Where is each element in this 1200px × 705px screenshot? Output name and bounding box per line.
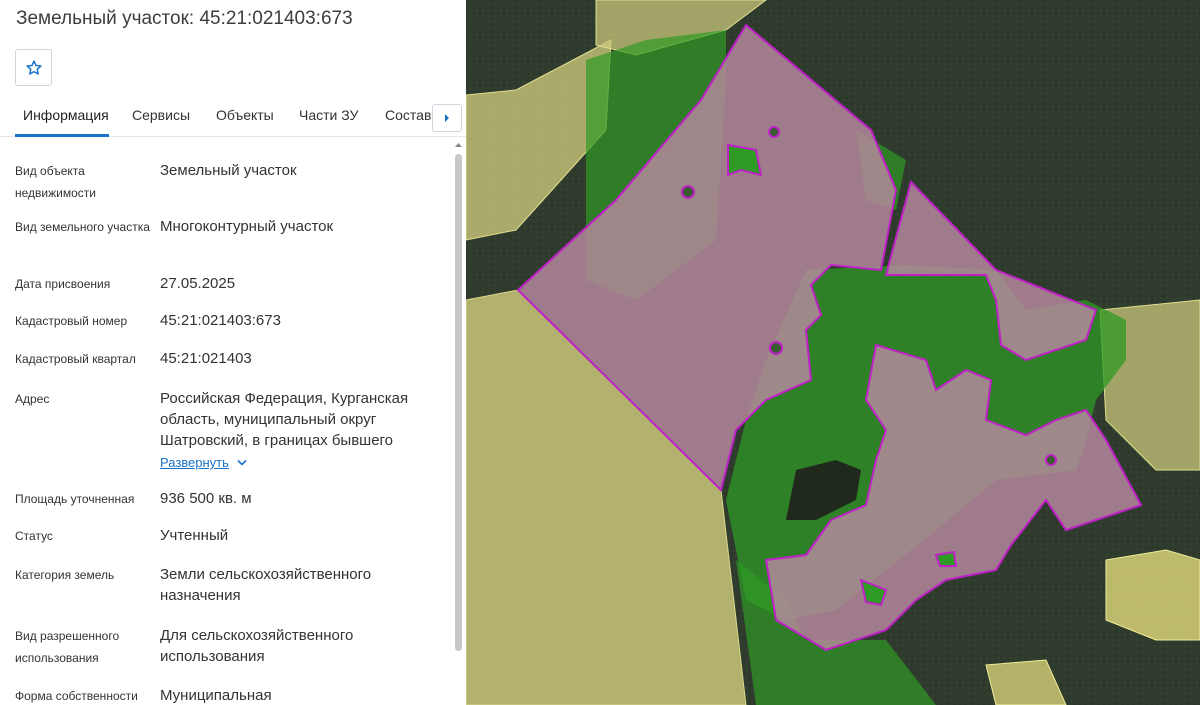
tab-composition[interactable]: Состав	[385, 107, 431, 123]
info-label: Статус	[15, 529, 53, 543]
parcel-hole	[681, 185, 695, 199]
info-value: Земли сельскохозяйственного назначения	[160, 566, 372, 604]
tab-bar: Информация Сервисы Объекты Части ЗУ Сост…	[0, 100, 466, 137]
info-value: 936 500 кв. м	[160, 490, 252, 507]
scroll-up-arrow[interactable]	[454, 140, 463, 150]
info-label: Вид объекта недвижимости	[15, 164, 96, 200]
info-value: 27.05.2025	[160, 275, 236, 292]
info-label: Кадастровый номер	[15, 314, 128, 328]
parcel-hole	[768, 126, 780, 138]
favorite-button[interactable]	[15, 49, 52, 86]
info-label: Вид земельного участка	[15, 220, 150, 234]
tab-objects[interactable]: Объекты	[216, 107, 274, 123]
star-outline-icon	[25, 59, 42, 75]
expand-address-link[interactable]: Развернуть	[160, 455, 247, 470]
info-list: Вид объекта недвижимости Земельный участ…	[0, 138, 452, 705]
info-value: 45:21:021403:673	[160, 312, 281, 329]
info-label: Форма собственности	[15, 689, 138, 703]
parcel-hole	[727, 143, 763, 177]
info-value: 45:21:021403	[160, 350, 252, 367]
info-value: Для сельскохозяйственного использования	[160, 627, 354, 665]
scrollbar-thumb[interactable]	[455, 154, 462, 651]
info-label: Вид разрешенного использования	[15, 629, 120, 665]
expand-label: Развернуть	[160, 455, 229, 470]
info-value: Муниципальная	[160, 687, 272, 704]
tab-parts[interactable]: Части ЗУ	[299, 107, 358, 123]
info-label: Кадастровый квартал	[15, 352, 136, 366]
info-value: Российская Федерация, Курганская область…	[160, 390, 409, 449]
info-label: Дата присвоения	[15, 277, 111, 291]
parcel-hole	[1045, 454, 1057, 466]
active-tab-indicator	[15, 134, 109, 137]
page-title: Земельный участок: 45:21:021403:673	[16, 8, 353, 29]
tab-services[interactable]: Сервисы	[132, 107, 190, 123]
info-label: Площадь уточненная	[15, 492, 135, 506]
tabs-scroll-right-button[interactable]	[432, 104, 462, 132]
info-label: Адрес	[15, 392, 50, 406]
info-value: Учтенный	[160, 527, 229, 544]
info-value: Земельный участок	[160, 162, 297, 179]
satellite-map[interactable]	[466, 0, 1200, 705]
info-label: Категория земель	[15, 568, 115, 582]
info-panel: Земельный участок: 45:21:021403:673 Инфо…	[0, 0, 466, 705]
parcel-hole	[769, 341, 783, 355]
tab-information[interactable]: Информация	[23, 107, 109, 123]
caret-right-icon	[445, 114, 449, 122]
chevron-down-icon	[237, 459, 247, 466]
info-value: Многоконтурный участок	[160, 218, 334, 235]
map-view[interactable]	[466, 0, 1200, 705]
parcel-hole	[934, 550, 958, 567]
